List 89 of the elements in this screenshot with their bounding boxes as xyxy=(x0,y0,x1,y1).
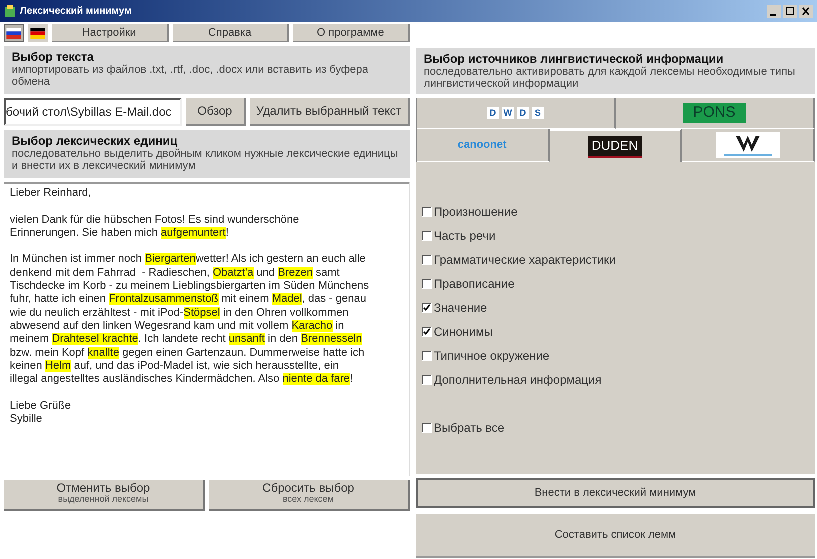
letter-text: mit einem xyxy=(220,293,270,306)
logo-text: PONS xyxy=(683,103,746,123)
close-icon[interactable] xyxy=(799,4,813,18)
info-type-checkbox[interactable]: Произношение xyxy=(422,204,815,220)
info-type-checkbox[interactable]: Выбрать все xyxy=(422,420,815,436)
section-title: Выбор лексических единиц xyxy=(12,134,179,148)
logo-text: canoonet xyxy=(458,138,507,153)
delete-text-button[interactable]: Удалить выбранный текст xyxy=(250,98,410,126)
letter-text: keinen xyxy=(10,360,44,372)
source-tab[interactable]: DUDEN xyxy=(550,129,682,162)
highlighted-word: Helm xyxy=(45,360,72,372)
letter-text: in den xyxy=(267,333,300,346)
letter-text: Erinnerungen. Sie haben mich xyxy=(10,226,159,239)
menu-button[interactable]: О программе xyxy=(293,24,410,42)
app-icon xyxy=(4,4,16,18)
letter-text: wie du neulich erzähltest - mit iPod- xyxy=(10,306,184,319)
info-type-checkbox[interactable]: Синонимы xyxy=(422,324,815,340)
section-title: Выбор текста xyxy=(12,50,95,64)
info-type-checkbox[interactable]: Часть речи xyxy=(422,228,815,244)
logo-letter: W xyxy=(502,107,514,119)
info-type-checkbox[interactable]: Дополнительная информация xyxy=(422,372,815,388)
build-lemma-list-button[interactable]: Составить список лемм xyxy=(416,514,815,558)
info-type-checkbox[interactable]: Типичное окружение xyxy=(422,348,815,364)
highlighted-word: Brennesseln xyxy=(301,333,362,346)
minimize-icon[interactable] xyxy=(767,4,781,18)
letter-text: ! xyxy=(350,373,354,386)
info-type-checkbox[interactable]: Грамматические характеристики xyxy=(422,252,815,268)
letter-text: in den Ohren vollkommen xyxy=(222,306,349,319)
letter-text: wetter! Als ich gestern an euch alle xyxy=(196,253,366,266)
letter-text: gegen einen Gartenzaun. Dummerweise hatte ich xyxy=(122,346,365,359)
letter-text: Lieber Reinhard, xyxy=(10,187,92,199)
letter-text: Liebe Grüße xyxy=(10,400,72,412)
logo-text: DUDEN xyxy=(588,136,642,158)
section-hint: последовательно выделить двойным кликом нужные лексические единицы и внести их в лексический минимум xyxy=(12,148,400,172)
checkmark-icon xyxy=(423,304,431,312)
section-hint: импортировать из файлов .txt, .rtf, .doc, .docx или вставить из буфера обмена xyxy=(12,64,370,88)
selection-button[interactable]: Отменить выбор выделенной лексемы xyxy=(4,480,205,511)
maximize-icon[interactable] xyxy=(783,4,797,18)
highlighted-word: Drahtesel krachte xyxy=(52,333,138,346)
source-tab[interactable] xyxy=(682,129,816,162)
language-button[interactable] xyxy=(4,24,24,42)
letter-text: in xyxy=(334,320,344,332)
section-title: Выбор источников лингвистической информации xyxy=(424,52,725,66)
letter-text: , das - genau xyxy=(302,293,366,306)
highlighted-word: Karacho xyxy=(292,320,333,332)
letter-text: . Ich landete recht xyxy=(138,333,227,346)
letter-text: auf, und das iPod-Madel ist, wie sich herausstellte, ein xyxy=(73,360,339,372)
flag-icon xyxy=(6,28,22,38)
logo-letter: D xyxy=(517,107,529,119)
menu-button[interactable]: Настройки xyxy=(52,24,169,42)
highlighted-word: unsanft xyxy=(228,333,265,346)
letter-text: denkend mit dem Fahrrad - Radieschen, xyxy=(10,266,211,279)
highlighted-word: aufgemuntert xyxy=(161,226,226,239)
highlighted-word: Brezen xyxy=(278,266,313,279)
selection-button[interactable]: Сбросить выбор всех лексем xyxy=(209,480,410,511)
add-to-minimum-button[interactable]: Внести в лексический минимум xyxy=(416,478,815,508)
logo-letter: S xyxy=(532,107,544,119)
source-tab[interactable]: D W D S xyxy=(417,98,616,129)
checkmark-icon xyxy=(423,328,431,336)
letter-text: Sybille xyxy=(10,413,42,426)
section-hint: последовательно активировать для каждой лексемы необходимые типы лингвистической информации xyxy=(424,66,796,90)
highlighted-word: knallte xyxy=(88,346,120,359)
letter-text: bzw. mein Kopf xyxy=(10,346,86,359)
letter-text: abwesend auf den linken Wegesrand kam und mit vollem xyxy=(10,320,290,332)
info-type-checkbox[interactable]: Значение xyxy=(422,300,815,316)
letter-text: meinem xyxy=(10,333,50,346)
letter-text: und xyxy=(256,266,276,279)
letter-text: In München ist immer noch xyxy=(10,253,144,266)
flag-icon xyxy=(30,28,46,38)
letter-text: ! xyxy=(226,226,229,239)
letter-text: fuhr, hatte ich einen xyxy=(10,293,108,306)
highlighted-word: Frontalzusammenstoß xyxy=(109,293,219,306)
highlighted-word: Obatzt'a xyxy=(213,266,254,279)
menu-button[interactable]: Справка xyxy=(172,24,290,42)
highlighted-word: niente da fare xyxy=(282,373,350,386)
file-path-field[interactable]: бочий стол\Sybillas E-Mail.doc xyxy=(4,98,182,126)
browse-button[interactable]: Обзор xyxy=(186,98,246,126)
logo-icon xyxy=(716,132,780,158)
highlighted-word: Stöpsel xyxy=(184,306,220,319)
letter-text: Tischdecke im Korb - zu meinem Lieblingsbiergarten im Süden Münchens xyxy=(10,280,370,292)
letter-text: vielen Dank für die hübschen Fotos! Es sind wunderschöne xyxy=(10,214,300,226)
window-title: Лексический минимум xyxy=(20,4,132,18)
logo-letter: D xyxy=(487,107,499,119)
highlighted-word: Madel xyxy=(272,293,302,306)
highlighted-word: Biergarten xyxy=(145,253,196,266)
language-button[interactable] xyxy=(28,24,48,42)
info-type-checkbox[interactable]: Правописание xyxy=(422,276,815,292)
letter-text: illegal angestelltes ausländisches Kindermädchen. Also xyxy=(10,373,281,386)
letter-text: samt xyxy=(315,266,340,279)
